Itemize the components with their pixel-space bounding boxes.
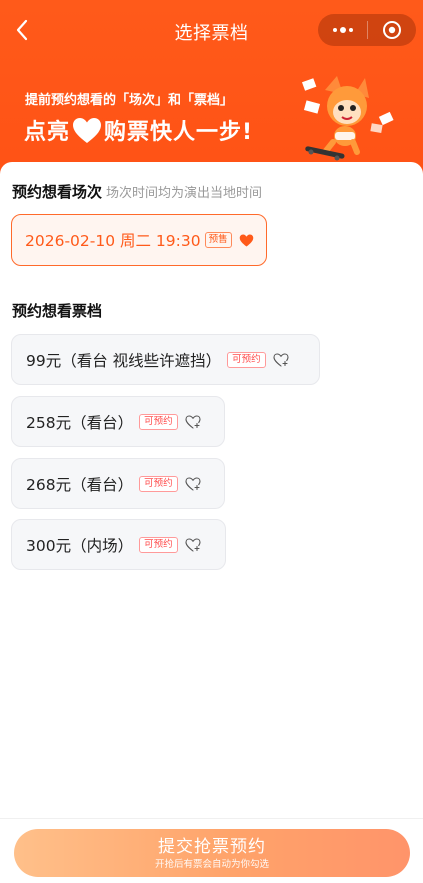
- heart-filled-icon: [239, 233, 254, 247]
- session-hint: 场次时间均为演出当地时间: [106, 186, 263, 201]
- bookable-badge: 可预约: [139, 475, 178, 492]
- heart-plus-icon: [273, 352, 289, 367]
- more-button[interactable]: [318, 14, 367, 46]
- bookable-badge: 可预约: [139, 413, 178, 430]
- mini-program-capsule: [318, 14, 416, 46]
- ticket-tier-label: 99元（看台 视线些许遮挡）: [26, 351, 222, 370]
- ticket-tier-option[interactable]: 258元（看台） 可预约: [11, 396, 225, 447]
- submit-reservation-button[interactable]: 提交抢票预约 开抢后有票会自动为你勾选: [14, 829, 410, 877]
- ticket-tier-label: 258元（看台）: [26, 413, 134, 432]
- heart-icon: [72, 117, 102, 144]
- ticket-tier-option[interactable]: 300元（内场） 可预约: [11, 519, 226, 570]
- banner-title-left: 点亮: [24, 120, 71, 145]
- session-section-title: 预约想看场次 场次时间均为演出当地时间: [12, 181, 262, 202]
- heart-plus-icon: [185, 414, 201, 429]
- ticket-tier-option[interactable]: 268元（看台） 可预约: [11, 458, 225, 509]
- heart-plus-icon: [185, 476, 201, 491]
- footer-bar: 提交抢票预约 开抢后有票会自动为你勾选: [0, 818, 423, 883]
- nav-bar: 选择票档: [0, 0, 423, 62]
- heart-plus-icon: [185, 537, 201, 552]
- ticket-tier-label: 300元（内场）: [26, 536, 134, 555]
- bookable-badge: 可预约: [139, 536, 178, 553]
- session-title-text: 预约想看场次: [12, 183, 103, 201]
- submit-button-subtext: 开抢后有票会自动为你勾选: [154, 858, 269, 870]
- banner-subtitle: 提前预约想看的「场次」和「票档」: [25, 93, 234, 108]
- banner-title-right: 购票快人一步!: [104, 120, 254, 145]
- main-content: 预约想看场次 场次时间均为演出当地时间 2026-02-10 周二 19:30 预…: [0, 162, 423, 822]
- submit-button-label: 提交抢票预约: [158, 836, 266, 857]
- ticket-tier-label: 268元（看台）: [26, 475, 134, 494]
- session-option[interactable]: 2026-02-10 周二 19:30 预售: [11, 214, 267, 266]
- ticket-tier-option[interactable]: 99元（看台 视线些许遮挡） 可预约: [11, 334, 320, 385]
- presale-badge: 预售: [204, 232, 232, 248]
- more-dots-icon: [332, 27, 353, 33]
- bookable-badge: 可预约: [227, 351, 266, 368]
- close-miniprogram-button[interactable]: [368, 14, 416, 46]
- header-banner: 选择票档 提前预约想看的「场次」和「票档」 点亮 购票快人一步!: [0, 0, 423, 180]
- session-datetime: 2026-02-10 周二 19:30: [25, 232, 201, 250]
- ticket-section-title: 预约想看票档: [12, 302, 103, 320]
- target-circle-icon: [383, 21, 401, 39]
- banner-title: 点亮 购票快人一步!: [24, 114, 253, 146]
- mascot-illustration: [301, 76, 394, 161]
